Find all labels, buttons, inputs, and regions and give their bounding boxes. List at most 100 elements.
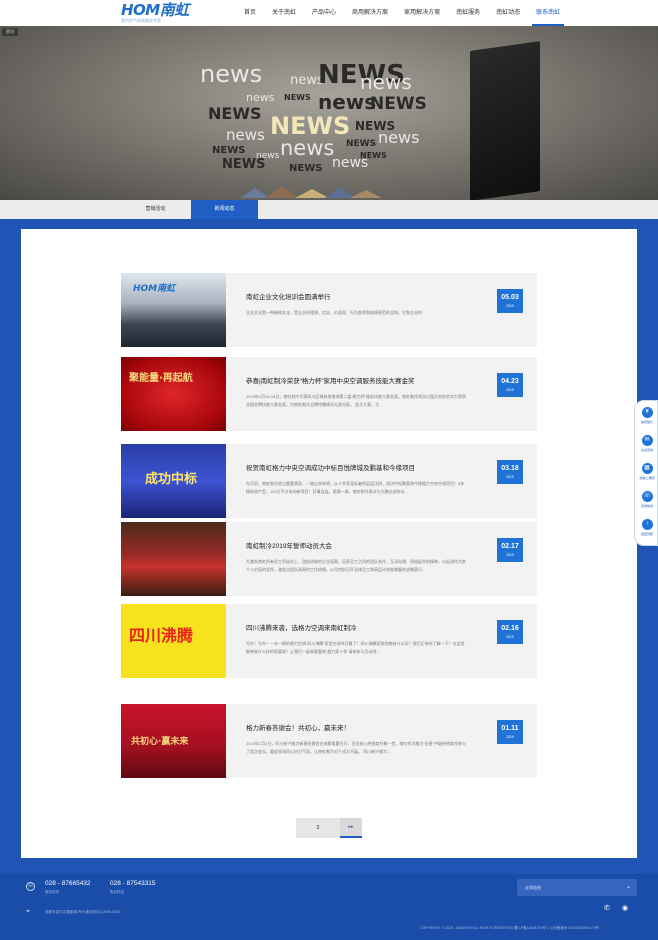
- content-section: HOM南虹 南虹企业文化培训会圆满举行 企业文化是一种精神文化，是企业的理想、信…: [0, 219, 658, 874]
- nav-service[interactable]: 南虹服务: [448, 0, 488, 26]
- page-number[interactable]: 2: [296, 818, 340, 838]
- date-month-day: 02.16: [501, 625, 519, 632]
- side-hotline-button[interactable]: ☏ 咨询热线: [636, 487, 658, 517]
- side-item-label: 微信二维码: [639, 476, 655, 480]
- news-banner: 资讯 news news NEWS news news NEWS news NEWS NEWS N…: [0, 26, 658, 200]
- yuan-icon: ¥: [641, 407, 653, 418]
- company-address: 成都市金牛区蓉都城0号大楼总部中心2505-1505: [45, 910, 120, 914]
- date-month-day: 05.03: [501, 294, 519, 301]
- news-thumbnail[interactable]: HOM南虹: [121, 273, 226, 347]
- nav-home-solutions[interactable]: 家用解决方案: [396, 0, 448, 26]
- side-item-label: 免费报价: [640, 420, 653, 424]
- phone-icon: ☏: [26, 882, 35, 891]
- banner-word: NEWS: [289, 163, 323, 174]
- nav-about[interactable]: 关于南虹: [264, 0, 304, 26]
- nav-contact[interactable]: 联系南虹: [528, 0, 568, 26]
- tab-news[interactable]: 新闻动态: [191, 200, 258, 219]
- date-month-day: 01.11: [501, 725, 519, 732]
- banner-word: news: [360, 70, 412, 94]
- location-icon: ⌖: [26, 908, 30, 915]
- banner-word: news: [318, 90, 377, 114]
- side-float-toolbar: ¥ 免费报价 ✉ 在线咨询 ▦ 微信二维码 ☏ 咨询热线 ↑ 返回顶部: [634, 400, 658, 546]
- pagination: 2 ▸▸: [296, 818, 362, 838]
- weibo-icon[interactable]: ◉: [622, 904, 628, 912]
- news-item[interactable]: 四川沸腾 四川沸腾来袭，选格力空调来南虹制冷 号外！号外！一年一期的格力空调“四…: [121, 604, 537, 678]
- news-thumbnail[interactable]: 共初心·赢未来: [121, 704, 226, 778]
- news-item[interactable]: 聚能量·再起航 恭喜|南虹制冷荣获“格力杯”家用中央空调服务技能大赛金奖 201…: [121, 357, 537, 431]
- site-footer: ☏ 028 - 87665432 服务热线 028 - 87543315 售后热…: [0, 874, 658, 940]
- date-year: 2019: [506, 475, 514, 479]
- side-item-label: 返回顶部: [640, 532, 653, 536]
- side-wechat-button[interactable]: ▦ 微信二维码: [636, 459, 658, 489]
- nav-home[interactable]: 首页: [236, 0, 264, 26]
- date-month-day: 03.18: [501, 465, 519, 472]
- logo-mark: HOM南虹: [121, 1, 189, 19]
- date-badge: 02.17 2019: [497, 538, 523, 562]
- friend-links-select[interactable]: 友情链接 ⌄: [517, 879, 637, 896]
- date-year: 2019: [506, 735, 514, 739]
- news-panel: HOM南虹 南虹企业文化培训会圆满举行 企业文化是一种精神文化，是企业的理想、信…: [21, 229, 637, 858]
- news-thumbnail[interactable]: [121, 522, 226, 596]
- side-quote-button[interactable]: ¥ 免费报价: [636, 403, 658, 433]
- news-title[interactable]: 四川沸腾来袭，选格力空调来南虹制冷: [246, 622, 357, 632]
- banner-floor-triangles: [240, 186, 382, 198]
- service-phone-label: 服务热线: [45, 890, 59, 894]
- nav-commercial[interactable]: 商用解决方案: [344, 0, 396, 26]
- news-item[interactable]: 共初心·赢未来 格力新春答谢会！共初心，赢未来！ 2019年1月2日，四川新兴格…: [121, 704, 537, 778]
- news-thumbnail[interactable]: 聚能量·再起航: [121, 357, 226, 431]
- qrcode-icon: ▦: [641, 463, 653, 474]
- date-badge: 04.23 2019: [497, 373, 523, 397]
- banner-word: news: [226, 126, 265, 144]
- side-back-to-top-button[interactable]: ↑ 返回顶部: [636, 515, 658, 545]
- tab-marketing[interactable]: 营销活动: [122, 200, 189, 219]
- nav-products[interactable]: 产品中心: [304, 0, 344, 26]
- next-page-button[interactable]: ▸▸: [340, 818, 362, 838]
- chat-icon: ✉: [641, 435, 653, 446]
- date-year: 2019: [506, 304, 514, 308]
- date-badge: 03.18 2019: [497, 460, 523, 484]
- news-desc: 在月初，南虹制冷经过重重筛选，一路过关斩将，从十余家竞标者的层层比拼，成功中标鹏…: [246, 481, 465, 494]
- aftersales-phone-label: 售后热线: [110, 890, 124, 894]
- news-title[interactable]: 恭喜|南虹制冷荣获“格力杯”家用中央空调服务技能大赛金奖: [246, 375, 415, 385]
- side-chat-button[interactable]: ✉ 在线咨询: [636, 431, 658, 461]
- date-month-day: 04.23: [501, 378, 519, 385]
- banner-word: NEWS: [370, 94, 427, 114]
- banner-word: news: [256, 151, 280, 161]
- banner-word: news: [280, 136, 335, 160]
- news-desc: 为激发南虹所有员工积极向上、团结进取的企业氛围，培养员工之间的团队合作，互动沟通…: [246, 559, 466, 572]
- news-title[interactable]: 格力新春答谢会！共初心，赢未来！: [246, 722, 350, 732]
- thumb-text: 共初心·赢未来: [131, 737, 189, 747]
- news-title[interactable]: 南虹制冷2019年誓师动员大会: [246, 540, 332, 550]
- main-nav: 首页 关于南虹 产品中心 商用解决方案 家用解决方案 南虹服务 南虹动态 联系南…: [236, 0, 568, 26]
- news-thumbnail[interactable]: 成功中标: [121, 444, 226, 518]
- aftersales-phone: 028 - 87543315: [110, 880, 156, 887]
- news-desc: 2019年1月2日，四川新兴格力新春答谢会在成都隆重召开，百位核心经销商共聚一堂…: [246, 741, 466, 754]
- banner-word: news: [200, 60, 263, 88]
- select-value: 友情链接: [525, 885, 541, 890]
- date-year: 2019: [506, 635, 514, 639]
- banner-word: NEWS: [360, 151, 387, 160]
- news-thumbnail[interactable]: 四川沸腾: [121, 604, 226, 678]
- news-title[interactable]: 南虹企业文化培训会圆满举行: [246, 291, 331, 301]
- side-item-label: 咨询热线: [640, 504, 653, 508]
- news-title[interactable]: 祝贺南虹格力中央空调成功中标百悦牌城及鹏基和今缘项目: [246, 462, 415, 472]
- copyright-text: COPYRIGHT © 2015 - NANHOM ALL RIGHTS RES…: [420, 926, 600, 930]
- banner-word: news: [246, 91, 275, 104]
- laptop-image: [470, 41, 540, 200]
- wechat-icon[interactable]: ✆: [604, 904, 610, 912]
- date-badge: 02.16 2019: [497, 620, 523, 644]
- news-desc: 号外！号外！一年一期的格力空调“四川沸腾”家用空调节开幕了！四川沸腾家装到底有什…: [246, 641, 465, 654]
- nav-news[interactable]: 南虹动态: [488, 0, 528, 26]
- banner-word: NEWS: [346, 139, 377, 149]
- logo[interactable]: HOM南虹 室内空气系统服务专家: [121, 1, 211, 24]
- news-item[interactable]: 南虹制冷2019年誓师动员大会 为激发南虹所有员工积极向上、团结进取的企业氛围，…: [121, 522, 537, 596]
- news-item[interactable]: 成功中标 祝贺南虹格力中央空调成功中标百悦牌城及鹏基和今缘项目 在月初，南虹制冷…: [121, 444, 537, 518]
- news-item[interactable]: HOM南虹 南虹企业文化培训会圆满举行 企业文化是一种精神文化，是企业的理想、信…: [121, 273, 537, 347]
- banner-word: news: [378, 128, 420, 147]
- date-badge: 05.03 2019: [497, 289, 523, 313]
- thumb-logo-text: HOM南虹: [133, 284, 176, 294]
- banner-tag: 资讯: [2, 28, 18, 36]
- thumb-text: 聚能量·再起航: [129, 373, 193, 384]
- date-badge: 01.11 2019: [497, 720, 523, 744]
- news-desc: 2019年4月16-18日，南虹制冷代表四川区域参加南海第二届“格力杯”服务技能…: [246, 394, 466, 407]
